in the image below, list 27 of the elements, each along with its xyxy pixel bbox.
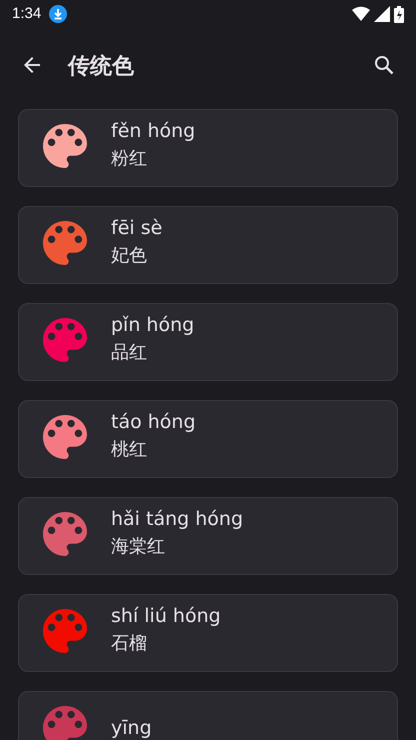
wifi-icon — [352, 6, 370, 22]
pinyin-label: fēi sè — [111, 217, 162, 239]
color-card[interactable]: shí liú hóng 石榴 — [18, 594, 398, 672]
color-name: 品红 — [111, 341, 148, 365]
color-name: 石榴 — [111, 632, 148, 656]
pinyin-label: táo hóng — [111, 411, 196, 433]
color-name: 粉红 — [111, 147, 148, 171]
color-name: 桃红 — [111, 438, 148, 462]
battery-icon — [394, 6, 404, 22]
pinyin-label: shí liú hóng — [111, 605, 221, 627]
download-icon — [49, 5, 68, 23]
screen-title: 传统色 — [68, 52, 134, 80]
color-card[interactable]: fēi sè 妃色 — [18, 206, 398, 284]
pinyin-label: pǐn hóng — [111, 314, 194, 336]
color-card[interactable]: fěn hóng 粉红 — [18, 109, 398, 187]
status-time: 1:34 — [12, 4, 42, 24]
color-card[interactable]: hǎi táng hóng 海棠红 — [18, 497, 398, 575]
pinyin-label: yīng — [111, 717, 152, 739]
color-card[interactable]: táo hóng 桃红 — [18, 400, 398, 478]
pinyin-label: fěn hóng — [111, 120, 196, 142]
signal-icon — [374, 6, 390, 22]
color-name: 海棠红 — [111, 535, 166, 559]
pinyin-label: hǎi táng hóng — [111, 508, 244, 530]
search-icon[interactable] — [372, 53, 396, 77]
color-card[interactable]: pǐn hóng 品红 — [18, 303, 398, 381]
color-name: 妃色 — [111, 244, 148, 268]
color-card[interactable]: yīng — [18, 691, 398, 740]
